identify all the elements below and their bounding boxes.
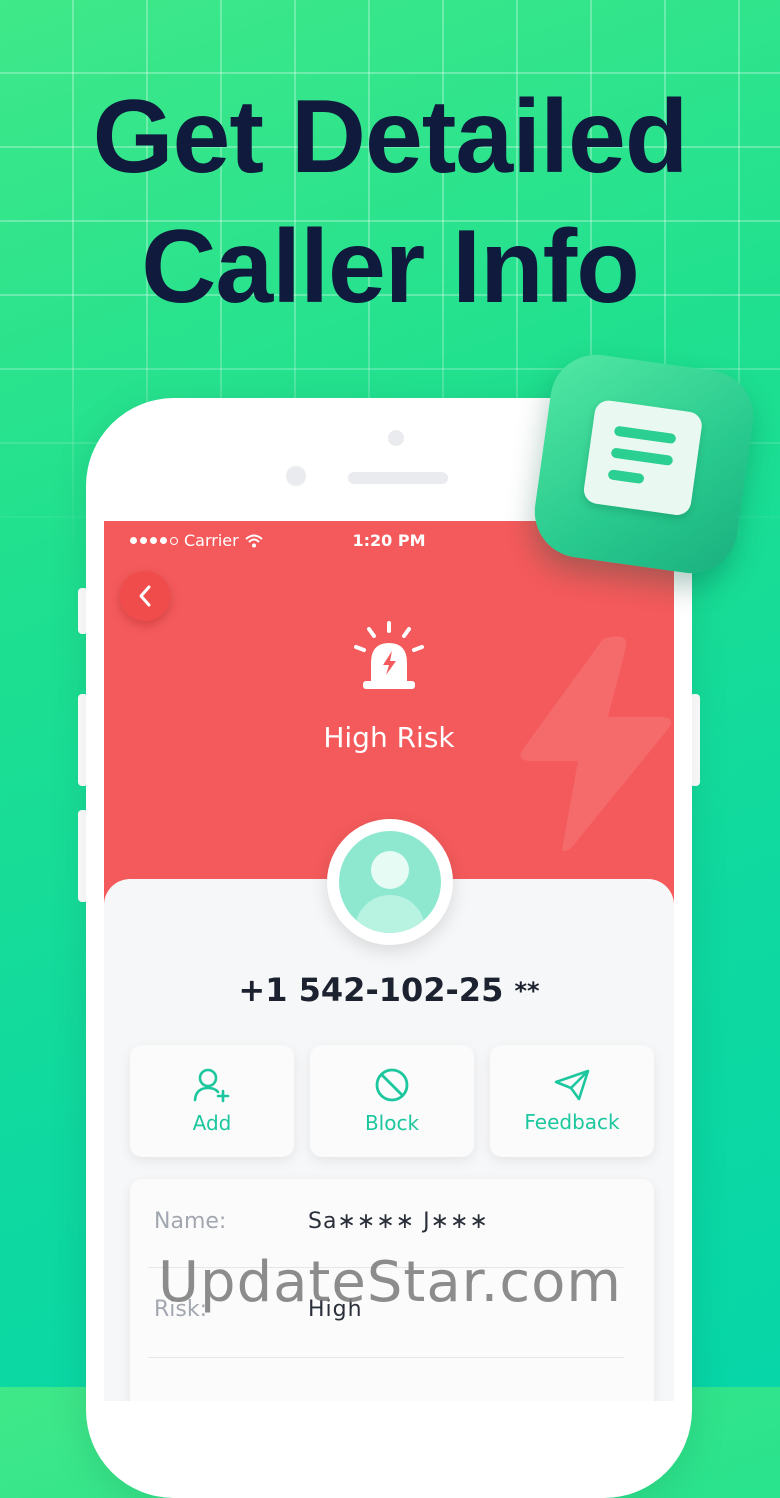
block-icon	[375, 1068, 409, 1102]
alarm-siren-icon	[354, 621, 424, 689]
block-button[interactable]: Block	[310, 1045, 474, 1157]
document-icon	[582, 398, 704, 517]
action-buttons: Add Block Feedback	[130, 1045, 654, 1157]
watermark: UpdateStar.com	[158, 1250, 622, 1315]
headline-line-2: Caller Info	[141, 209, 640, 325]
feedback-button-label: Feedback	[524, 1110, 620, 1134]
info-row-name: Name: Sa∗∗∗∗ J∗∗∗	[154, 1191, 630, 1251]
caller-number-digits: +1 542-102-25	[238, 971, 504, 1009]
add-button[interactable]: Add	[130, 1045, 294, 1157]
divider	[148, 1357, 624, 1358]
add-user-icon	[193, 1068, 230, 1103]
back-button[interactable]	[120, 571, 170, 621]
phone-speaker	[348, 472, 448, 484]
phone-sensor	[388, 430, 404, 446]
headline: Get Detailed Caller Info	[0, 72, 780, 332]
headline-line-1: Get Detailed	[92, 79, 689, 195]
send-icon	[554, 1069, 590, 1101]
risk-level-label: High Risk	[323, 721, 455, 754]
info-key: Name:	[154, 1209, 227, 1234]
phone-camera	[286, 466, 306, 486]
app-logo	[528, 348, 760, 580]
avatar-person-icon	[339, 831, 441, 933]
block-button-label: Block	[364, 1111, 420, 1135]
feedback-button[interactable]: Feedback	[490, 1045, 654, 1157]
info-value: Sa∗∗∗∗ J∗∗∗	[308, 1209, 489, 1234]
caller-number: +1 542-102-25 **	[104, 971, 674, 1009]
avatar	[327, 819, 453, 945]
add-button-label: Add	[192, 1111, 232, 1135]
caller-number-masked: **	[514, 977, 540, 1005]
chevron-left-icon	[139, 585, 151, 607]
